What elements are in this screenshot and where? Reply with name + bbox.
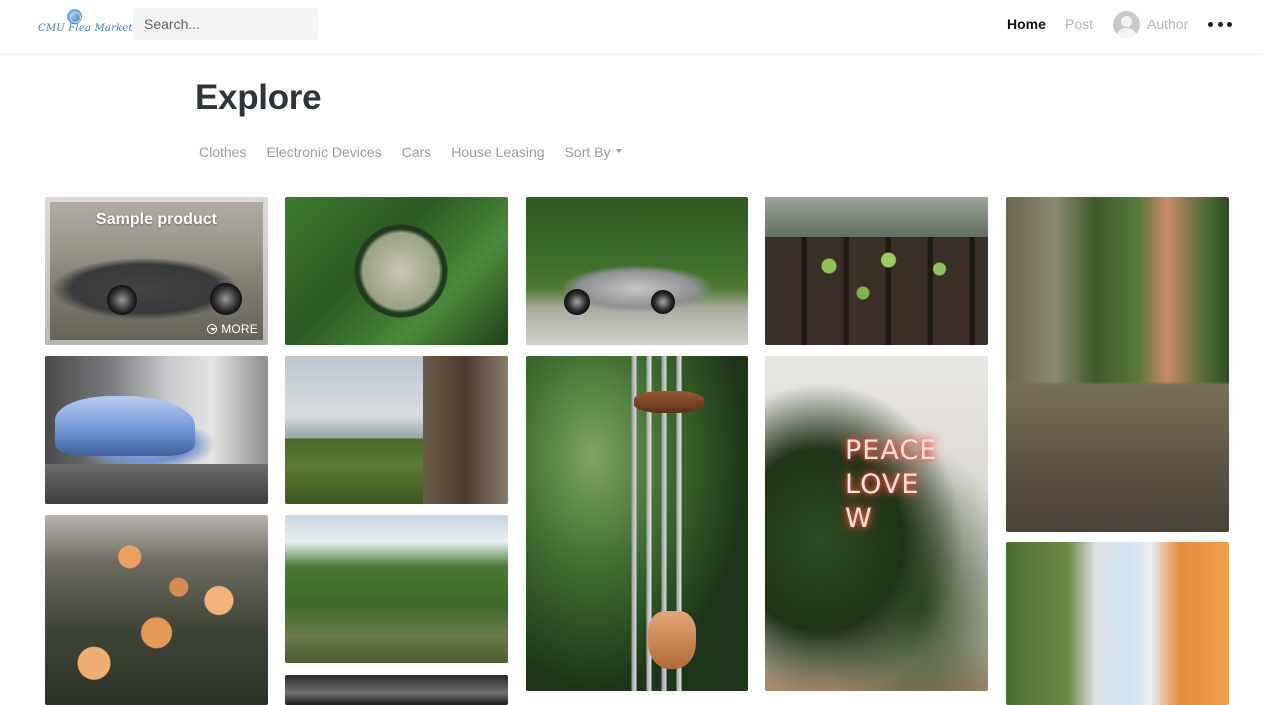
more-options-icon[interactable] <box>1208 17 1232 31</box>
neon-sign-text: PEACE LOVE W <box>845 435 938 534</box>
nav-author-link[interactable]: Author <box>1147 0 1188 48</box>
featured-product-title: Sample product <box>96 211 217 228</box>
globe-icon <box>67 9 82 24</box>
car-wheel-rear <box>210 283 242 315</box>
sort-by-label: Sort By <box>564 144 611 160</box>
circle-chevron-down-icon <box>207 324 218 334</box>
more-label: MORE <box>221 322 258 336</box>
filter-house-leasing[interactable]: House Leasing <box>451 144 544 160</box>
product-image-palm-silhouette[interactable] <box>285 675 508 705</box>
more-button[interactable]: MORE <box>207 322 258 336</box>
product-image-stone-cottage[interactable] <box>285 356 508 504</box>
product-image-blue-bmw[interactable] <box>45 356 268 504</box>
product-image-orange-flowers[interactable] <box>45 515 268 705</box>
product-image-wind-chime[interactable] <box>526 356 748 691</box>
top-navbar: CMU Flea Market Home Post Author <box>0 0 1263 55</box>
featured-product-card[interactable]: Sample product MORE <box>45 197 268 345</box>
product-image-rice-terraces[interactable] <box>285 515 508 663</box>
nav-home-link[interactable]: Home <box>1007 0 1046 48</box>
product-image-neon-sign[interactable]: PEACE LOVE W <box>765 356 988 691</box>
product-image-silver-mercedes[interactable] <box>526 197 748 345</box>
product-image-garden-circle[interactable] <box>285 197 508 345</box>
product-image-seedling-tray[interactable] <box>765 197 988 345</box>
car-wheel-front <box>107 285 137 315</box>
filter-electronic-devices[interactable]: Electronic Devices <box>266 144 381 160</box>
logo-text: CMU Flea Market <box>38 23 133 34</box>
product-image-colorful-street[interactable] <box>1006 542 1229 705</box>
filter-clothes[interactable]: Clothes <box>199 144 246 160</box>
nav-post-link[interactable]: Post <box>1065 0 1093 48</box>
caret-down-icon <box>615 149 622 154</box>
filter-cars[interactable]: Cars <box>402 144 432 160</box>
brand-logo[interactable]: CMU Flea Market <box>36 8 133 40</box>
product-image-cobblestone-alley[interactable] <box>1006 197 1229 532</box>
page-title: Explore <box>195 78 322 117</box>
search-input[interactable] <box>133 8 318 40</box>
user-avatar-icon[interactable] <box>1113 11 1140 38</box>
category-filter-bar: Clothes Electronic Devices Cars House Le… <box>199 144 642 160</box>
sort-by-dropdown[interactable]: Sort By <box>565 144 622 160</box>
